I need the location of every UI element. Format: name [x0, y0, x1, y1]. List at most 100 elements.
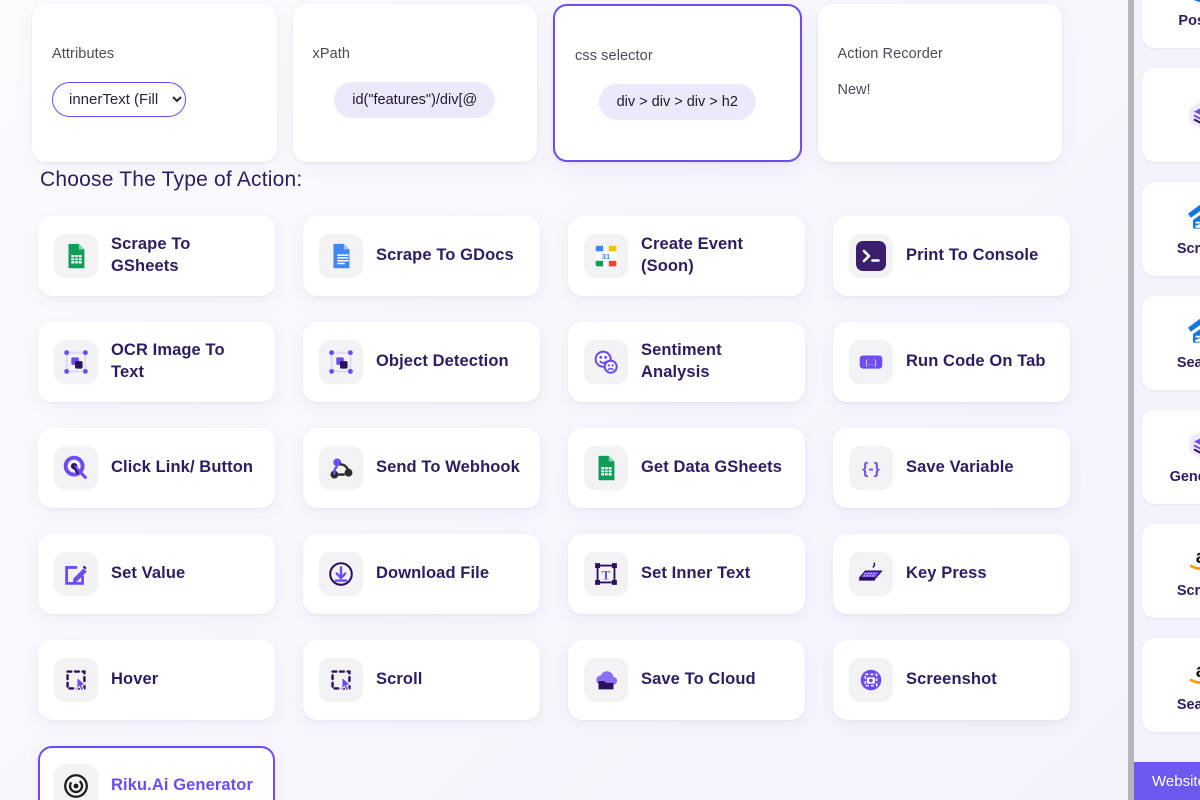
action-card-set-value[interactable]: Set Value	[38, 534, 275, 614]
action-card-label: Scroll	[376, 670, 423, 689]
page-title: Choose The Type of Action:	[40, 168, 303, 191]
svg-text:31: 31	[602, 252, 610, 261]
action-card-label: Set Inner Text	[641, 564, 751, 583]
svg-text:T: T	[602, 568, 611, 583]
sidebar-item-scrape-5[interactable]: a Scrape	[1142, 524, 1200, 618]
action-card-save-variable[interactable]: {-} Save Variable	[833, 428, 1070, 508]
action-card-screenshot[interactable]: Screenshot	[833, 640, 1070, 720]
sidebar-item-label: Poster	[1178, 13, 1200, 29]
xpath-value-wrap: id("features")/div[@	[313, 82, 518, 123]
sidebar-footer-website[interactable]: Website	[1134, 762, 1200, 800]
webhook-icon	[319, 446, 363, 490]
sidebar-item-scrape-2[interactable]: Scrape	[1142, 182, 1200, 276]
sidebar-item-generate-4[interactable]: Generate	[1142, 410, 1200, 504]
hover-icon	[54, 658, 98, 702]
selector-card-attributes[interactable]: Attributes innerText (Fill In)innerHTMLv…	[32, 4, 277, 162]
sentiment-icon	[584, 340, 628, 384]
gdocs-icon	[319, 234, 363, 278]
action-card-create-event-soon[interactable]: 31 Create Event (Soon)	[568, 216, 805, 296]
xpath-value-pill[interactable]: id("features")/div[@	[334, 82, 496, 118]
selector-card-label: Attributes	[52, 46, 115, 62]
svg-text:a: a	[1196, 547, 1200, 568]
keyboard-icon	[849, 552, 893, 596]
action-card-hover[interactable]: Hover	[38, 640, 275, 720]
action-card-sentiment-analysis[interactable]: Sentiment Analysis	[568, 322, 805, 402]
selector-card-label: xPath	[312, 46, 351, 62]
gcalendar-icon: 31	[584, 234, 628, 278]
set-inner-text-icon: T	[584, 552, 628, 596]
sidebar-item-search-3[interactable]: Search	[1142, 296, 1200, 390]
action-card-label: OCR Image To Text	[111, 341, 225, 381]
scroll-icon	[319, 658, 363, 702]
object-detection-icon	[319, 340, 363, 384]
action-card-get-data-gsheets[interactable]: Get Data GSheets	[568, 428, 805, 508]
action-card-download-file[interactable]: Download File	[303, 534, 540, 614]
action-card-print-to-console[interactable]: Print To Console	[833, 216, 1070, 296]
action-card-save-to-cloud[interactable]: Save To Cloud	[568, 640, 805, 720]
layers-icon	[1185, 429, 1200, 461]
action-card-label: Save Variable	[906, 458, 1014, 477]
action-card-key-press[interactable]: Key Press	[833, 534, 1070, 614]
variable-icon: {-}	[849, 446, 893, 490]
facebook-icon	[1185, 0, 1200, 5]
action-card-set-inner-text[interactable]: T Set Inner Text	[568, 534, 805, 614]
selector-card-label: Action Recorder	[837, 46, 943, 62]
sidebar-item-label: Generate	[1169, 469, 1200, 485]
action-card-label: Click Link/ Button	[111, 458, 254, 477]
action-card-label: Send To Webhook	[376, 458, 520, 477]
action-card-label: Save To Cloud	[641, 670, 756, 689]
screenshot-icon	[849, 658, 893, 702]
action-card-click-link-button[interactable]: Click Link/ Button	[38, 428, 275, 508]
amazon-icon: a	[1185, 657, 1200, 689]
action-card-label: Hover	[111, 670, 159, 689]
action-card-run-code-on-tab[interactable]: {...} Run Code On Tab	[833, 322, 1070, 402]
selector-cards-row: Attributes innerText (Fill In)innerHTMLv…	[32, 4, 1062, 162]
action-card-object-detection[interactable]: Object Detection	[303, 322, 540, 402]
css-selector-value-pill[interactable]: div > div > div > h2	[598, 84, 756, 120]
zillow-icon	[1185, 315, 1200, 347]
action-recorder-status: New!	[837, 82, 871, 98]
action-card-label: Scrape To GSheets	[111, 235, 191, 275]
css-selector-value-wrap: div > div > div > h2	[575, 84, 780, 125]
svg-text:{-}: {-}	[862, 461, 880, 478]
action-card-label: Key Press	[906, 564, 987, 583]
attributes-select[interactable]: innerText (Fill In)innerHTMLvaluehrefsrc	[52, 82, 186, 117]
svg-text:a: a	[1196, 661, 1200, 682]
sidebar-item-label: Search	[1176, 355, 1200, 371]
console-icon	[849, 234, 893, 278]
action-card-label: Object Detection	[376, 352, 509, 371]
action-card-label: Run Code On Tab	[906, 352, 1046, 371]
sidebar-item-label: Scrape	[1176, 583, 1200, 599]
action-card-label: Get Data GSheets	[641, 458, 782, 477]
sidebar-item-poster-0[interactable]: Poster	[1142, 0, 1200, 48]
svg-text:{...}: {...}	[865, 358, 877, 367]
amazon-icon: a	[1185, 543, 1200, 575]
riku-icon	[54, 764, 98, 800]
action-card-riku-ai-generator[interactable]: Riku.Ai Generator	[38, 746, 275, 800]
action-card-scroll[interactable]: Scroll	[303, 640, 540, 720]
right-sidebar: Poster Scrape Search Generate a Scrape a Search…	[1128, 0, 1200, 800]
action-card-label: Scrape To GDocs	[376, 246, 514, 265]
action-card-label: Print To Console	[906, 246, 1039, 265]
selector-card-label: css selector	[575, 48, 653, 64]
sidebar-item-search-6[interactable]: a Search	[1142, 638, 1200, 732]
layers-icon	[1185, 99, 1200, 131]
action-card-scrape-to-gdocs[interactable]: Scrape To GDocs	[303, 216, 540, 296]
action-card-label: Create Event (Soon)	[641, 235, 744, 275]
zillow-icon	[1185, 201, 1200, 233]
gsheets-icon	[584, 446, 628, 490]
cloud-icon	[584, 658, 628, 702]
selector-card-action-recorder[interactable]: Action Recorder New!	[817, 4, 1062, 162]
action-card-label: Riku.Ai Generator	[111, 776, 253, 795]
sidebar-item-label: Scrape	[1176, 241, 1200, 257]
selector-card-xpath[interactable]: xPath id("features")/div[@	[292, 4, 537, 162]
selector-card-css-selector[interactable]: css selector div > div > div > h2	[553, 4, 802, 162]
sidebar-list: Poster Scrape Search Generate a Scrape a Search	[1142, 0, 1200, 752]
action-card-scrape-to-gsheets[interactable]: Scrape To GSheets	[38, 216, 275, 296]
download-icon	[319, 552, 363, 596]
set-value-icon	[54, 552, 98, 596]
action-card-ocr-image-to-text[interactable]: OCR Image To Text	[38, 322, 275, 402]
action-card-send-to-webhook[interactable]: Send To Webhook	[303, 428, 540, 508]
sidebar-item-item-1[interactable]	[1142, 68, 1200, 162]
action-grid: Scrape To GSheets Scrape To GDocs 31 Create…	[38, 216, 1070, 800]
